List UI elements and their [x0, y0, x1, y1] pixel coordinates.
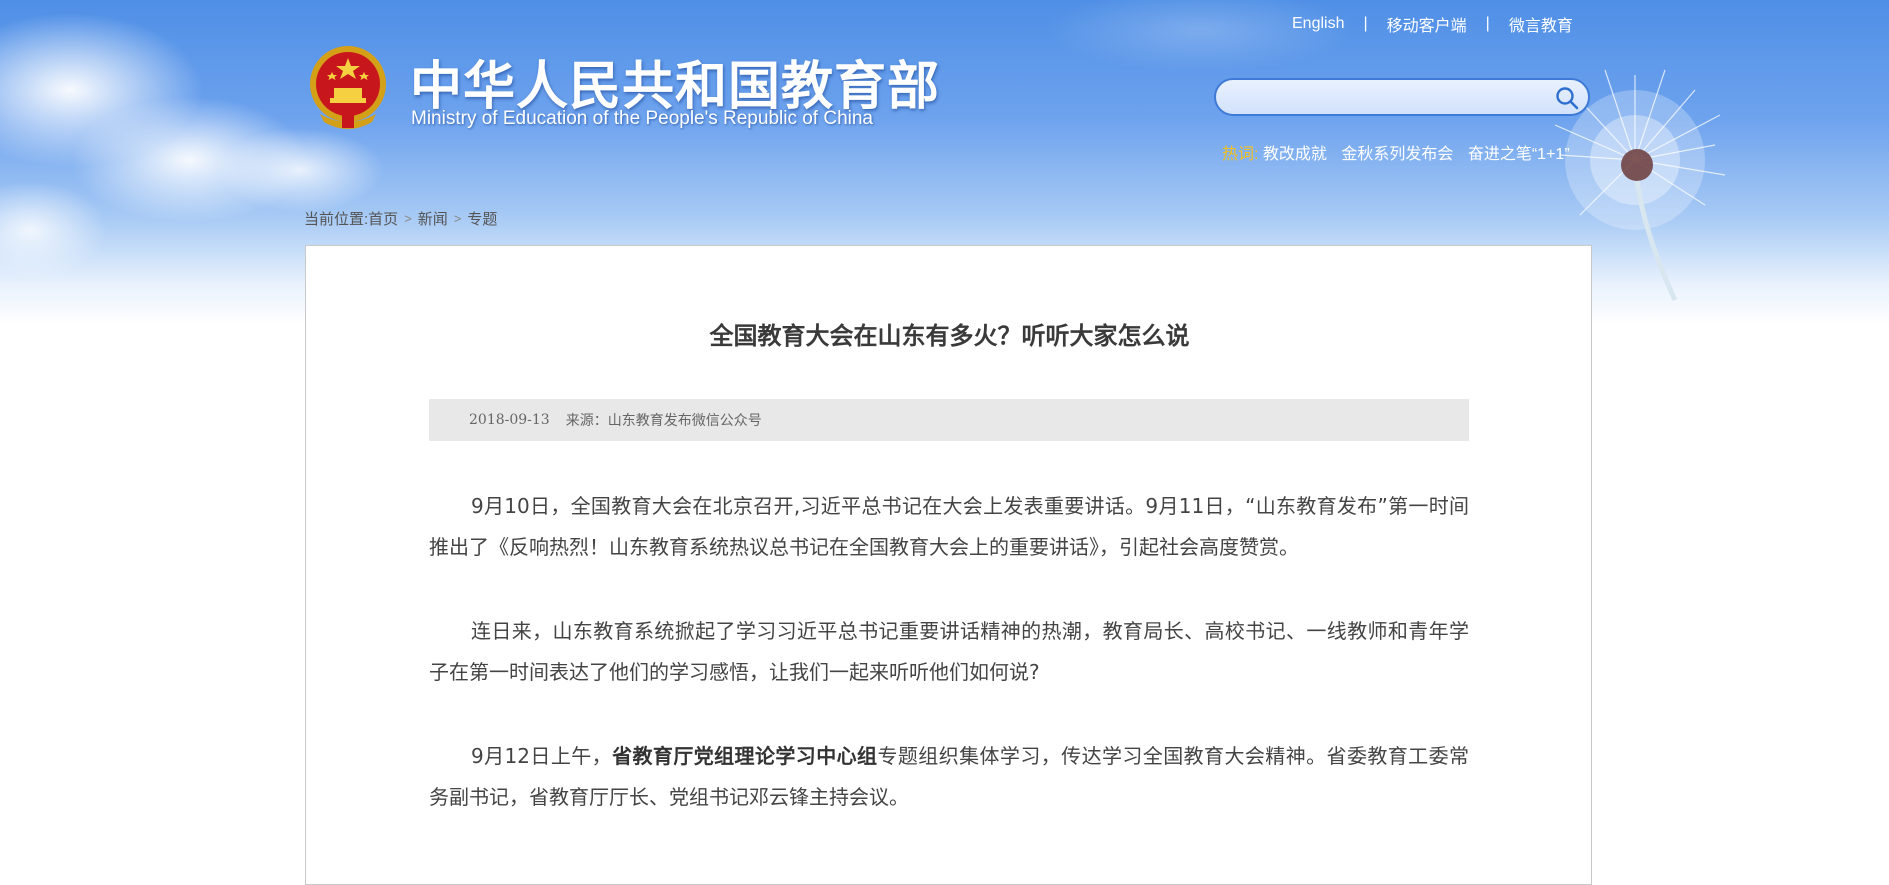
search-input[interactable]	[1230, 85, 1544, 111]
article-panel: 全国教育大会在山东有多火？听听大家怎么说 2018-09-13 来源：山东教育发…	[305, 245, 1592, 885]
breadcrumb-topics[interactable]: 专题	[467, 208, 497, 229]
hot-terms-label: 热词:	[1222, 146, 1259, 163]
article-paragraph: 9月10日，全国教育大会在北京召开,习近平总书记在大会上发表重要讲话。9月11日…	[429, 494, 1469, 559]
search-icon[interactable]	[1554, 85, 1580, 111]
national-emblem-logo	[310, 46, 386, 129]
paragraph-bold-text: 省教育厅党组理论学习中心组	[612, 744, 878, 768]
hot-term-link[interactable]: 金秋系列发布会	[1341, 146, 1453, 163]
article-meta: 2018-09-13 来源：山东教育发布微信公众号	[429, 399, 1469, 441]
paragraph-text: 9月12日上午，	[471, 744, 613, 768]
link-separator: |	[1485, 15, 1490, 32]
article-paragraph: 9月12日上午，省教育厅党组理论学习中心组专题组织集体学习，传达学习全国教育大会…	[429, 736, 1469, 818]
article-title: 全国教育大会在山东有多火？听听大家怎么说	[709, 322, 1190, 350]
hot-terms: 热词: 教改成就 金秋系列发布会 奋进之笔“1+1”	[1222, 140, 1580, 164]
breadcrumb-prefix: 当前位置:	[304, 211, 369, 228]
breadcrumb: 当前位置: 首页 > 新闻 > 专题	[304, 208, 497, 229]
mobile-client-link[interactable]: 移动客户端	[1387, 12, 1467, 36]
breadcrumb-news[interactable]: 新闻	[418, 208, 448, 229]
breadcrumb-home[interactable]: 首页	[368, 208, 398, 229]
article-body: 9月10日，全国教育大会在北京召开,习近平总书记在大会上发表重要讲话。9月11日…	[429, 486, 1469, 861]
top-links: English | 移动客户端 | 微言教育	[1292, 12, 1573, 36]
link-separator: |	[1363, 15, 1368, 32]
site-title-english: Ministry of Education of the People's Re…	[411, 108, 873, 129]
article-paragraph: 连日来，山东教育系统掀起了学习习近平总书记重要讲话精神的热潮，教育局长、高校书记…	[429, 619, 1469, 684]
weiyan-education-link[interactable]: 微言教育	[1509, 12, 1573, 36]
article-date: 2018-09-13	[469, 412, 550, 428]
article-source: 来源：山东教育发布微信公众号	[565, 413, 762, 429]
chevron-right-icon: >	[453, 211, 462, 226]
hot-term-link[interactable]: 奋进之笔“1+1”	[1468, 146, 1570, 163]
search-box	[1214, 78, 1590, 116]
chevron-right-icon: >	[404, 211, 412, 226]
hot-term-link[interactable]: 教改成就	[1263, 146, 1327, 163]
english-link[interactable]: English	[1292, 15, 1344, 33]
